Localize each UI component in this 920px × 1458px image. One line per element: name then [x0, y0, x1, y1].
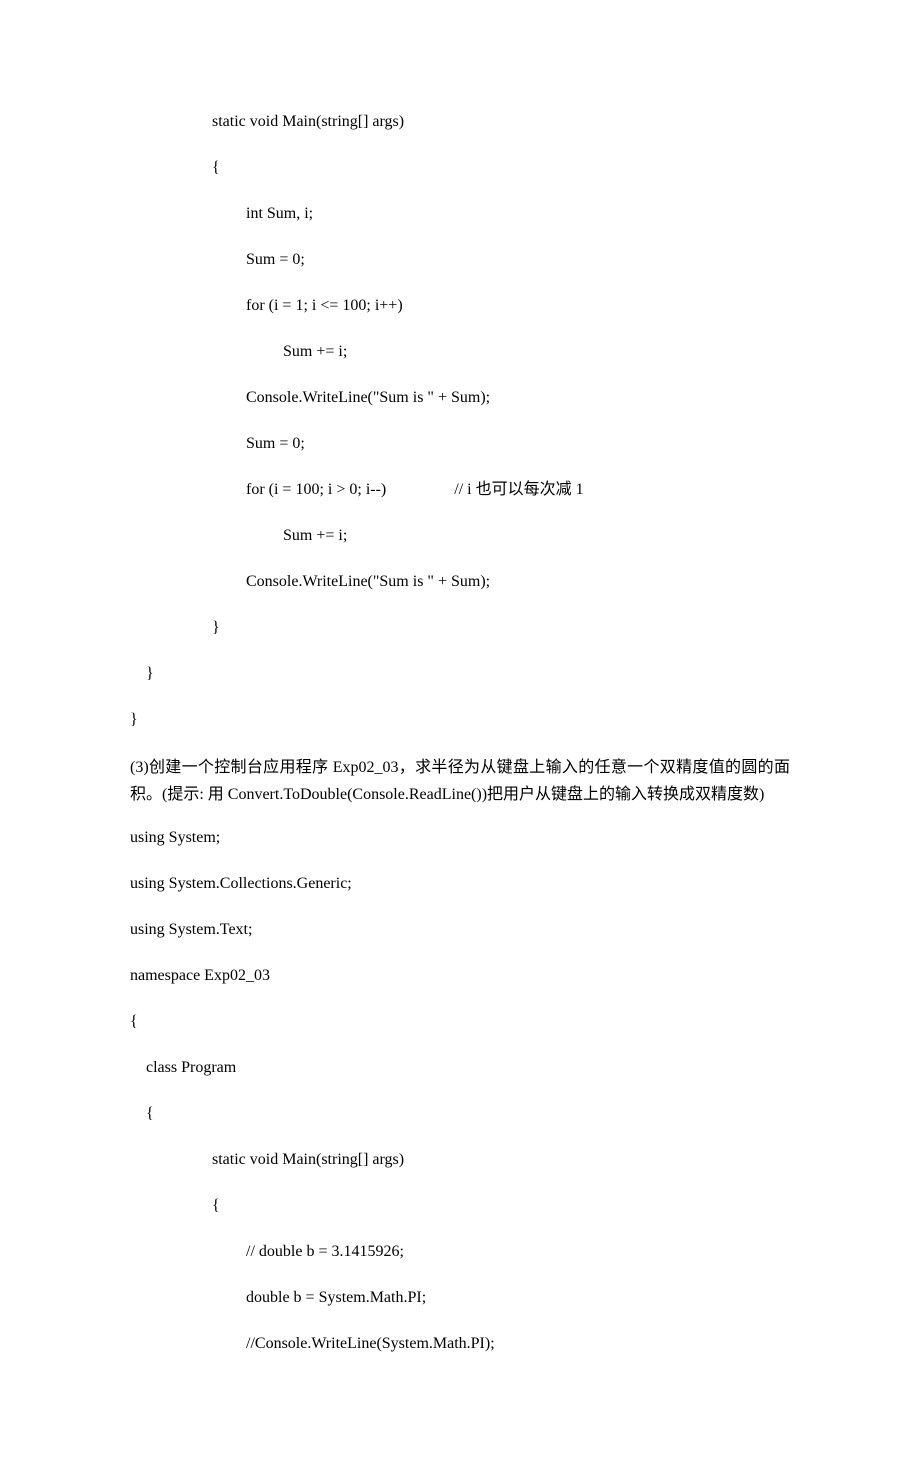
code-line: int Sum, i; [130, 202, 790, 226]
code-line: using System; [130, 826, 790, 850]
code-line: { [130, 1102, 790, 1126]
code-line: { [130, 156, 790, 180]
code-line: //Console.WriteLine(System.Math.PI); [130, 1332, 790, 1356]
exercise-description: (3)创建一个控制台应用程序 Exp02_03，求半径为从键盘上输入的任意一个双… [130, 754, 790, 808]
code-line: using System.Collections.Generic; [130, 872, 790, 896]
code-line: using System.Text; [130, 918, 790, 942]
code-line: Console.WriteLine("Sum is " + Sum); [130, 570, 790, 594]
code-line: Console.WriteLine("Sum is " + Sum); [130, 386, 790, 410]
code-line: class Program [130, 1056, 790, 1080]
code-line: for (i = 1; i <= 100; i++) [130, 294, 790, 318]
code-line: } [130, 616, 790, 640]
code-line: namespace Exp02_03 [130, 964, 790, 988]
code-line: { [130, 1010, 790, 1034]
code-line: Sum += i; [130, 340, 790, 364]
code-line: } [130, 662, 790, 686]
code-line: static void Main(string[] args) [130, 110, 790, 134]
code-line: Sum += i; [130, 524, 790, 548]
code-line: { [130, 1194, 790, 1218]
code-block-2: using System; using System.Collections.G… [130, 826, 790, 1356]
code-line: // double b = 3.1415926; [130, 1240, 790, 1264]
code-block-1: static void Main(string[] args) { int Su… [130, 110, 790, 732]
code-line: Sum = 0; [130, 432, 790, 456]
code-line: double b = System.Math.PI; [130, 1286, 790, 1310]
code-line: static void Main(string[] args) [130, 1148, 790, 1172]
code-line: Sum = 0; [130, 248, 790, 272]
code-line: for (i = 100; i > 0; i--) // i 也可以每次减 1 [130, 478, 790, 502]
code-line: } [130, 708, 790, 732]
